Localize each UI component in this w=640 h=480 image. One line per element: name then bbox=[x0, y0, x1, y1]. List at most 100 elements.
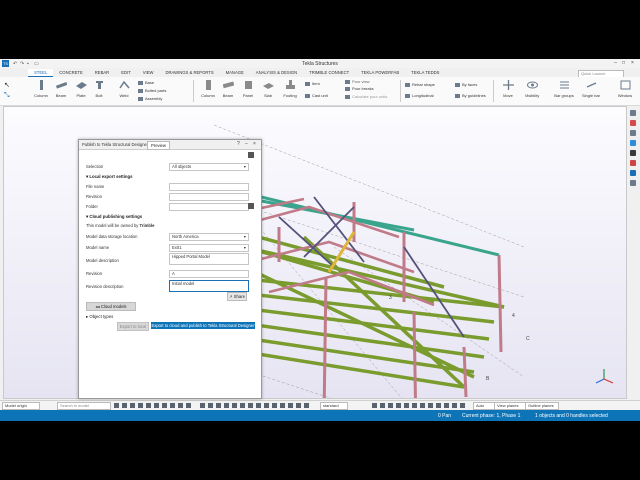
selection-dropdown[interactable]: All objects ▾ bbox=[169, 163, 249, 171]
select-assembly-icon[interactable] bbox=[178, 403, 183, 408]
selection-tool-icon[interactable]: ⤡ bbox=[4, 92, 10, 100]
snap-geometry-icon[interactable] bbox=[296, 403, 301, 408]
trimble-connect-icon[interactable] bbox=[630, 140, 636, 146]
bolted-parts-button[interactable]: Bolted parts bbox=[138, 88, 166, 93]
longitudinal-button[interactable]: Longitudinal bbox=[405, 93, 434, 98]
snap-reference-icon[interactable] bbox=[304, 403, 309, 408]
snap-free-icon[interactable] bbox=[248, 403, 253, 408]
folder-field[interactable] bbox=[169, 203, 249, 211]
pointer-icon[interactable]: ↖ bbox=[4, 81, 10, 89]
smart-select-icon[interactable] bbox=[380, 403, 385, 408]
tab-steel[interactable]: STEEL bbox=[28, 69, 54, 77]
base-button[interactable]: Base bbox=[138, 80, 154, 85]
steel-bolt-button[interactable]: Bolt bbox=[88, 80, 110, 98]
settings-icon[interactable] bbox=[630, 180, 636, 186]
browse-folder-icon[interactable] bbox=[248, 203, 254, 209]
select-rebar-icon[interactable] bbox=[186, 403, 191, 408]
assembly-button[interactable]: Assembly bbox=[138, 96, 162, 101]
select-components-icon[interactable] bbox=[162, 403, 167, 408]
snap-plane-icon[interactable] bbox=[288, 403, 293, 408]
model-description-field[interactable]: Hipped Portal Model bbox=[169, 253, 249, 265]
highlight-icon[interactable] bbox=[412, 403, 417, 408]
standard-select[interactable]: standard bbox=[320, 402, 348, 410]
tab-trimble-connect[interactable]: TRIMBLE CONNECT bbox=[303, 69, 355, 77]
preview-tab[interactable]: Preview bbox=[147, 141, 170, 150]
cloud-publishing-section[interactable]: ▾ Cloud publishing settings bbox=[86, 214, 142, 220]
snap-grid-icon[interactable] bbox=[280, 403, 285, 408]
select-grids-icon[interactable] bbox=[146, 403, 151, 408]
outline-planes-select[interactable]: Outline planes bbox=[525, 402, 559, 410]
tab-manage[interactable]: MANAGE bbox=[220, 69, 250, 77]
cloud-models-button[interactable]: ◂◂ Cloud models bbox=[86, 302, 136, 311]
concrete-slab-button[interactable]: Slab bbox=[257, 80, 279, 98]
phase-status[interactable]: Current phase: 1, Phase 1 bbox=[462, 413, 520, 419]
storage-dropdown[interactable]: North America ▾ bbox=[169, 233, 249, 241]
snap-extension-icon[interactable] bbox=[264, 403, 269, 408]
window-button[interactable]: Window bbox=[614, 80, 636, 98]
tab-edit[interactable]: EDIT bbox=[115, 69, 137, 77]
export-local-button[interactable]: Export to local bbox=[117, 322, 149, 331]
local-export-section[interactable]: ▾ Local export settings bbox=[86, 174, 133, 180]
snap-perpendicular-icon[interactable] bbox=[232, 403, 237, 408]
warehouse-icon[interactable] bbox=[630, 160, 636, 166]
file-name-field[interactable] bbox=[169, 183, 249, 191]
dialog-title-bar[interactable]: Publish to Tekla Structural Designer Pre… bbox=[79, 140, 261, 150]
calculate-pour-units-button[interactable]: Calculate pour units bbox=[345, 94, 387, 99]
tab-tekla-tedds[interactable]: TEKLA TEDDS bbox=[405, 69, 445, 77]
revision-field[interactable] bbox=[169, 193, 249, 201]
tab-view[interactable]: VIEW bbox=[137, 69, 160, 77]
steel-weld-button[interactable]: Weld bbox=[113, 80, 135, 98]
direct-modify-icon[interactable] bbox=[420, 403, 425, 408]
steel-column-button[interactable]: Column bbox=[30, 80, 52, 98]
rebar-shape-button[interactable]: Rebar shape bbox=[405, 82, 435, 87]
dialog-help-icon[interactable]: ? bbox=[237, 141, 240, 147]
magnet-icon[interactable] bbox=[630, 120, 636, 126]
by-faces-button[interactable]: By faces bbox=[455, 82, 477, 87]
close-icon[interactable]: × bbox=[629, 60, 636, 67]
snap-mid-icon[interactable] bbox=[216, 403, 221, 408]
snap-line-icon[interactable] bbox=[240, 403, 245, 408]
move-button[interactable]: Move bbox=[497, 80, 519, 98]
tab-concrete[interactable]: CONCRETE bbox=[53, 69, 89, 77]
dialog-close-icon[interactable]: × bbox=[253, 141, 256, 147]
work-area-icon[interactable] bbox=[444, 403, 449, 408]
concrete-column-button[interactable]: Column bbox=[197, 80, 219, 98]
tab-drawings-reports[interactable]: DRAWINGS & REPORTS bbox=[159, 69, 219, 77]
snap-any-icon[interactable] bbox=[272, 403, 277, 408]
snap-nearest-icon[interactable] bbox=[256, 403, 261, 408]
view-planes-select[interactable]: View planes bbox=[494, 402, 526, 410]
applications-icon[interactable] bbox=[630, 150, 636, 156]
snap-intersection-icon[interactable] bbox=[224, 403, 229, 408]
item-button[interactable]: Item bbox=[305, 81, 320, 86]
property-pane-icon[interactable] bbox=[630, 110, 636, 116]
auto-select[interactable]: Auto bbox=[473, 402, 495, 410]
dialog-settings-icon[interactable] bbox=[248, 152, 254, 158]
drag-drop-icon[interactable] bbox=[388, 403, 393, 408]
ortho-icon[interactable] bbox=[372, 403, 377, 408]
select-welds-icon[interactable] bbox=[138, 403, 143, 408]
select-all-icon[interactable] bbox=[114, 403, 119, 408]
tab-tekla-powerfab[interactable]: TEKLA POWERFAB bbox=[355, 69, 405, 77]
rev-field[interactable]: A bbox=[169, 270, 249, 278]
dialog-minimize-icon[interactable]: – bbox=[245, 141, 248, 147]
clip-plane-icon[interactable] bbox=[452, 403, 457, 408]
maximize-icon[interactable]: □ bbox=[620, 60, 627, 67]
tab-rebar[interactable]: REBAR bbox=[89, 69, 115, 77]
model-origin-select[interactable]: Model origin bbox=[2, 402, 40, 410]
tab-analysis-design[interactable]: ANALYSIS & DESIGN bbox=[250, 69, 303, 77]
concrete-panel-button[interactable]: Panel bbox=[237, 80, 259, 98]
bar-groups-button[interactable]: Bar groups bbox=[553, 80, 575, 98]
dimension-icon[interactable] bbox=[428, 403, 433, 408]
help-icon[interactable] bbox=[630, 170, 636, 176]
select-bolts-icon[interactable] bbox=[130, 403, 135, 408]
concrete-footing-button[interactable]: Footing bbox=[279, 80, 301, 98]
object-types-section[interactable]: ▸ Object types bbox=[86, 314, 113, 320]
share-button[interactable]: ↗ Share bbox=[227, 292, 247, 301]
pour-breaks-button[interactable]: Pour breaks bbox=[345, 86, 374, 91]
rollover-icon[interactable] bbox=[404, 403, 409, 408]
catalog-icon[interactable] bbox=[630, 130, 636, 136]
selected-member[interactable] bbox=[327, 231, 356, 273]
minimize-icon[interactable]: – bbox=[612, 60, 619, 67]
snap-icon[interactable] bbox=[200, 403, 205, 408]
revision-description-field[interactable]: Initial model bbox=[169, 280, 249, 292]
